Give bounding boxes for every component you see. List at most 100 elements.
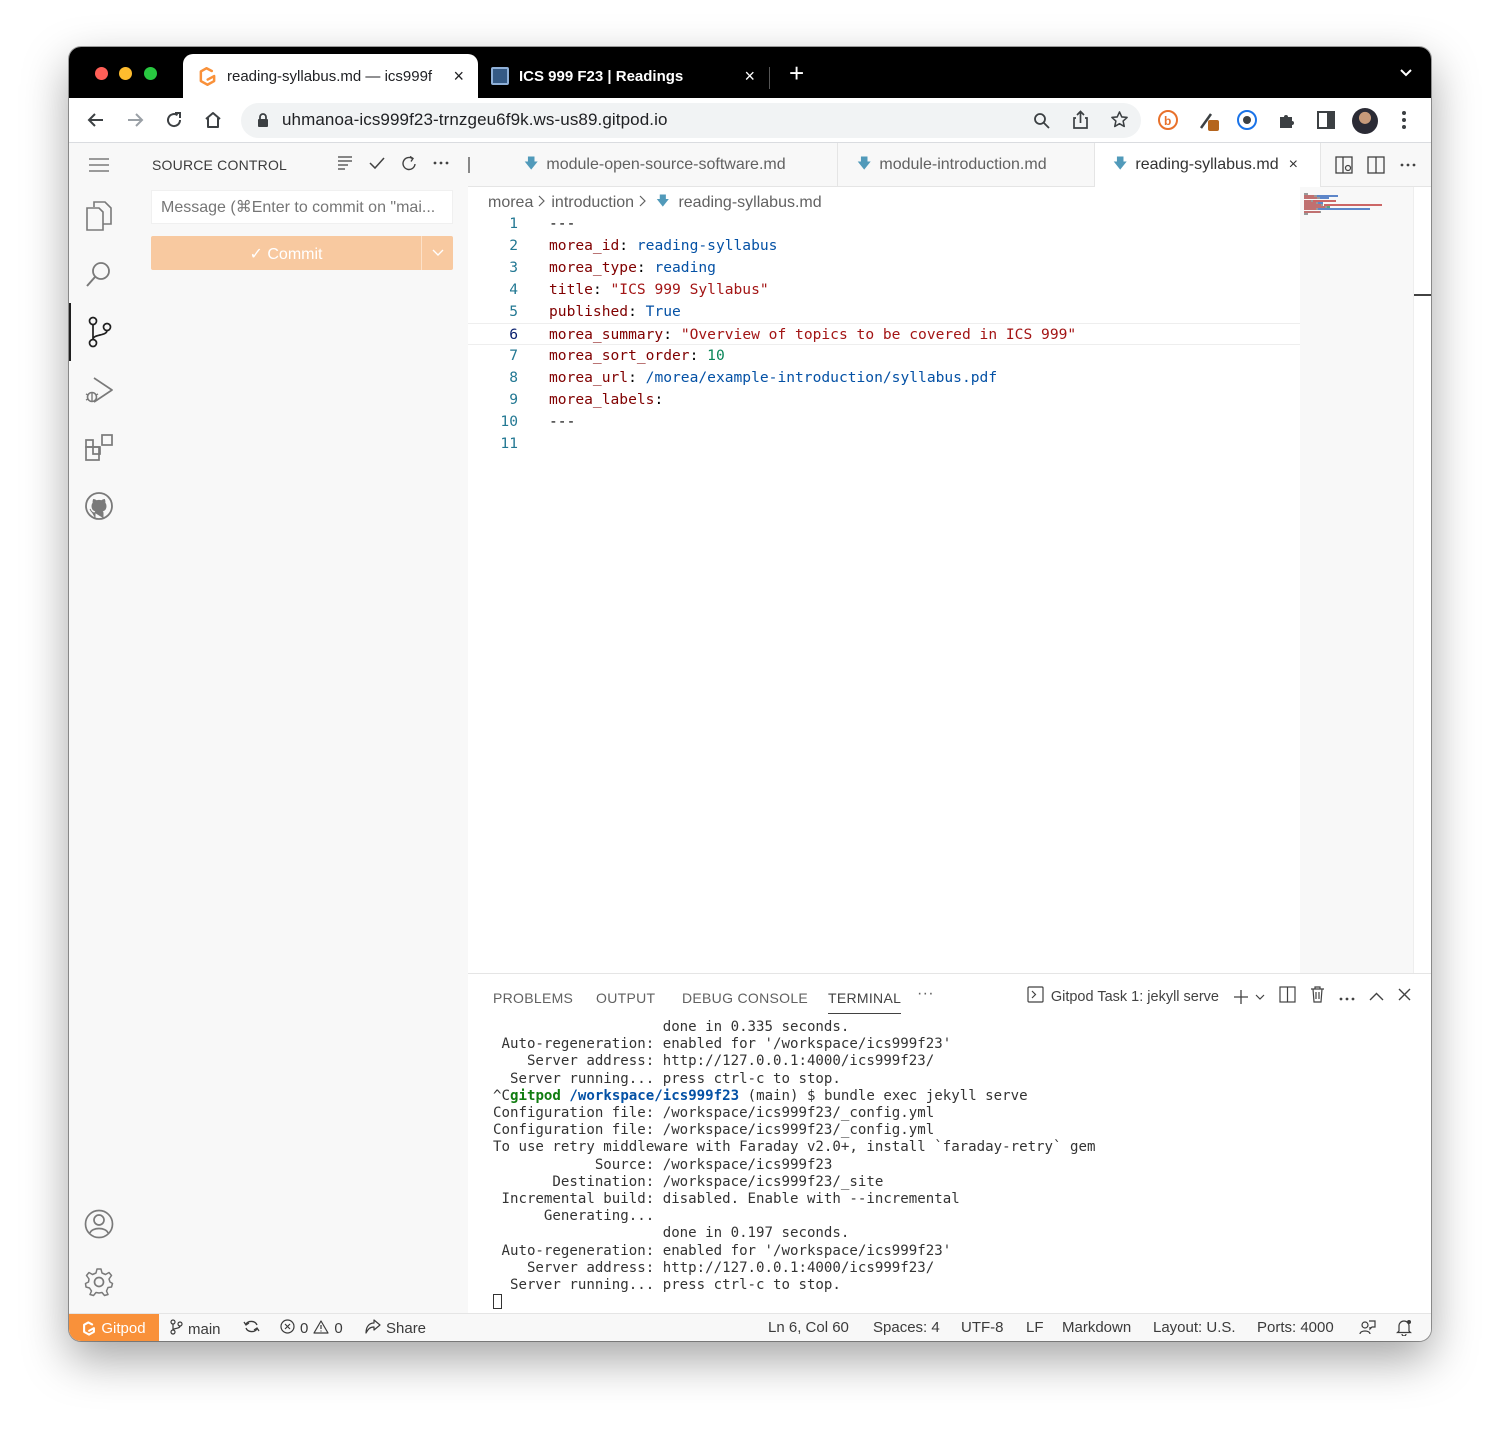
share-icon[interactable] [1072, 110, 1089, 135]
ports-status[interactable]: Ports: 4000 [1257, 1319, 1334, 1336]
editor-tab-module-introduction[interactable]: 🡇 module-introduction.md [839, 143, 1095, 187]
run-debug-icon[interactable] [69, 361, 128, 419]
keyboard-layout-status[interactable]: Layout: U.S. [1153, 1319, 1236, 1336]
tab-output[interactable]: OUTPUT [596, 990, 655, 1006]
source-control-icon[interactable] [69, 303, 128, 361]
feedback-icon[interactable] [1359, 1319, 1376, 1336]
editor-vertical-scrollbar[interactable] [1413, 187, 1431, 973]
commit-check-icon[interactable] [365, 151, 389, 175]
close-tab-icon[interactable]: × [453, 66, 464, 87]
minimap[interactable] [1300, 187, 1413, 973]
editor-tab-module-open-source-software[interactable]: 🡇 module-open-source-software.md [506, 143, 838, 187]
accounts-icon[interactable] [69, 1195, 128, 1253]
commit-dropdown-chevron-icon[interactable] [421, 236, 453, 270]
menu-hamburger-icon[interactable] [69, 143, 128, 187]
code-line[interactable]: 11 [468, 433, 1300, 455]
terminal-task-selector[interactable]: Gitpod Task 1: jekyll serve [1027, 986, 1219, 1007]
more-actions-icon[interactable] [429, 151, 453, 175]
breadcrumb-item-file[interactable]: reading-syllabus.md [678, 194, 821, 212]
notifications-bell-icon[interactable] [1396, 1319, 1412, 1336]
editor-tab-reading-syllabus[interactable]: 🡇 reading-syllabus.md × [1095, 143, 1321, 187]
back-arrow-icon[interactable] [84, 108, 108, 132]
address-bar[interactable]: uhmanoa-ics999f23-trnzgeu6f9k.ws-us89.gi… [241, 103, 1141, 138]
terminal-actions: Gitpod Task 1: jekyll serve [1027, 986, 1411, 1007]
new-terminal-plus-icon[interactable] [1233, 989, 1265, 1005]
close-window-button[interactable] [95, 67, 108, 80]
browser-tab-reading-syllabus[interactable]: reading-syllabus.md — ics999f × [183, 54, 478, 98]
commit-message-input[interactable]: Message (⌘Enter to commit on "mai... [151, 190, 453, 224]
git-branch-status[interactable]: main [170, 1319, 221, 1339]
extensions-puzzle-icon[interactable] [1275, 108, 1299, 132]
profile-avatar[interactable] [1352, 108, 1378, 134]
language-mode-status[interactable]: Markdown [1062, 1319, 1131, 1336]
url-text[interactable]: uhmanoa-ics999f23-trnzgeu6f9k.ws-us89.gi… [282, 110, 668, 130]
editor-more-actions-icon[interactable] [1397, 154, 1419, 176]
view-as-list-icon[interactable] [333, 151, 357, 175]
reload-icon[interactable] [162, 108, 186, 132]
terminal-output[interactable]: done in 0.335 seconds. Auto-regeneration… [493, 1019, 1095, 1312]
close-editor-tab-icon[interactable]: × [1289, 156, 1298, 174]
code-token: --- [549, 215, 576, 232]
browser-tab-readings[interactable]: ICS 999 F23 | Readings × [479, 54, 769, 98]
extension-b-icon[interactable]: b [1156, 108, 1180, 132]
sync-changes-icon[interactable] [243, 1319, 260, 1334]
line-number: 10 [500, 413, 518, 430]
breadcrumb-item-morea[interactable]: morea [488, 194, 533, 212]
gitpod-status-button[interactable]: Gitpod [69, 1314, 159, 1341]
explorer-files-icon[interactable] [69, 187, 128, 245]
code-token: : [592, 281, 611, 298]
code-line-text: title: "ICS 999 Syllabus" [549, 279, 769, 301]
extension-eyedropper-icon[interactable] [1197, 108, 1221, 132]
search-icon[interactable] [1033, 112, 1050, 134]
close-tab-icon[interactable]: × [744, 66, 755, 87]
cursor-position-status[interactable]: Ln 6, Col 60 [768, 1319, 849, 1336]
share-status-button[interactable]: Share [365, 1319, 426, 1338]
open-preview-icon[interactable] [1333, 154, 1355, 176]
encoding-status[interactable]: UTF-8 [961, 1319, 1004, 1336]
code-line[interactable]: 9 morea_labels: [468, 389, 1300, 411]
github-icon[interactable] [69, 477, 128, 535]
terminal-more-actions-icon[interactable] [1339, 988, 1355, 1005]
forward-arrow-icon[interactable] [123, 108, 147, 132]
end-of-line-status[interactable]: LF [1026, 1319, 1044, 1336]
code-line[interactable]: 8 morea_url: /morea/example-introduction/… [468, 367, 1300, 389]
kill-terminal-trash-icon[interactable] [1310, 986, 1325, 1007]
code-line[interactable]: 4 title: "ICS 999 Syllabus" [468, 279, 1300, 301]
bookmark-star-icon[interactable] [1110, 110, 1129, 134]
lock-icon[interactable] [257, 113, 269, 133]
maximize-window-button[interactable] [144, 67, 157, 80]
breadcrumb-item-introduction[interactable]: introduction [551, 194, 634, 212]
settings-gear-icon[interactable] [69, 1253, 128, 1311]
tab-search-chevron-icon[interactable] [1399, 65, 1413, 82]
split-editor-icon[interactable] [1365, 154, 1387, 176]
code-line[interactable]: 10 --- [468, 411, 1300, 433]
split-terminal-icon[interactable] [1279, 986, 1296, 1007]
maximize-panel-chevron-up-icon[interactable] [1369, 988, 1384, 1005]
commit-button[interactable]: ✓ Commit [151, 236, 453, 270]
indentation-status[interactable]: Spaces: 4 [873, 1319, 940, 1336]
panel-more-tabs[interactable]: ··· [917, 985, 934, 1003]
gitpod-label: Gitpod [101, 1319, 146, 1337]
refresh-icon[interactable] [397, 151, 421, 175]
code-token: True [645, 303, 681, 320]
extensions-icon[interactable] [69, 419, 128, 477]
browser-menu-kebab-icon[interactable] [1392, 108, 1416, 132]
close-panel-icon[interactable] [1398, 988, 1411, 1005]
home-icon[interactable] [201, 108, 225, 132]
minimize-window-button[interactable] [119, 67, 132, 80]
code-line[interactable]: 5 published: True [468, 301, 1300, 323]
side-panel-icon[interactable] [1314, 108, 1338, 132]
code-line[interactable]: 2 morea_id: reading-syllabus [468, 235, 1300, 257]
search-icon[interactable] [69, 245, 128, 303]
tab-problems[interactable]: PROBLEMS [493, 990, 573, 1006]
tab-debug-console[interactable]: DEBUG CONSOLE [682, 990, 808, 1006]
new-tab-button[interactable]: + [789, 60, 804, 86]
code-line[interactable]: 7 morea_sort_order: 10 [468, 345, 1300, 367]
code-line[interactable]: 6 morea_summary: "Overview of topics to b… [468, 323, 1300, 345]
tab-terminal[interactable]: TERMINAL [828, 990, 902, 1014]
extension-password-icon[interactable] [1235, 108, 1259, 132]
code-editor[interactable]: 1 --- 2 morea_id: reading-syllabus 3 morea_ty… [468, 213, 1300, 455]
code-line[interactable]: 3 morea_type: reading [468, 257, 1300, 279]
code-line[interactable]: 1 --- [468, 213, 1300, 235]
problems-status[interactable]: 0 0 [280, 1319, 343, 1338]
